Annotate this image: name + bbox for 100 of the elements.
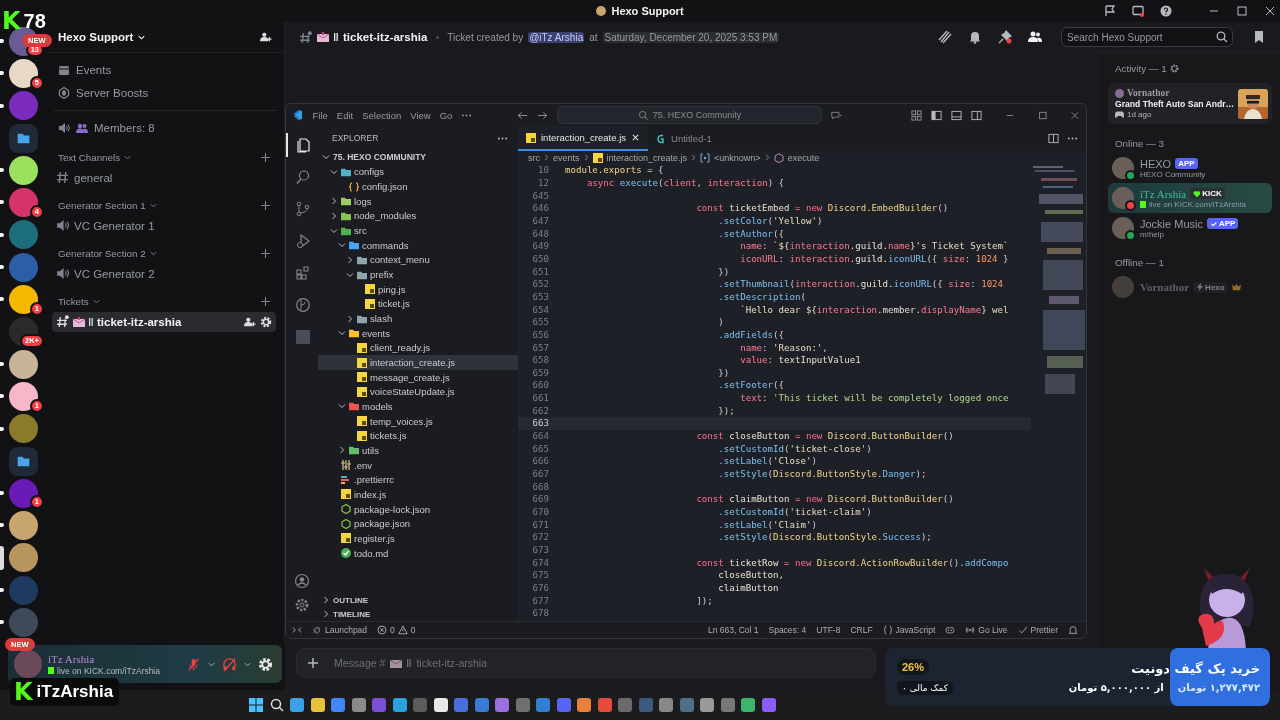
- channel-item[interactable]: VC Generator 1: [52, 215, 276, 236]
- tree-root[interactable]: 75. HEXO COMMUNITY: [318, 150, 518, 165]
- add-channel-icon[interactable]: [261, 201, 270, 210]
- tree-item[interactable]: utils: [318, 443, 518, 458]
- server-icon[interactable]: [8, 58, 38, 88]
- taskbar-app-icon[interactable]: [310, 698, 325, 712]
- category-header[interactable]: Generator Section 1: [58, 200, 146, 211]
- editor-tab[interactable]: interaction_create.js: [518, 126, 649, 151]
- folder-icon[interactable]: [8, 446, 38, 476]
- breadcrumb-item[interactable]: events: [553, 152, 580, 163]
- status-item[interactable]: UTF-8: [816, 625, 841, 635]
- member-item[interactable]: HEXO APP HEXO Community: [1108, 153, 1272, 183]
- tree-item[interactable]: config.json: [318, 179, 518, 194]
- tree-item[interactable]: register.js: [318, 531, 518, 546]
- command-center[interactable]: 75. HEXO Community: [556, 106, 823, 124]
- member-item[interactable]: iTz Arshia KICK live on KICK.com/iTzArshia: [1108, 183, 1272, 213]
- nav-item[interactable]: Server Boosts: [58, 81, 276, 104]
- breadcrumb-item[interactable]: src: [528, 152, 540, 163]
- add-member-icon[interactable]: [244, 315, 256, 328]
- status-item[interactable]: Ln 663, Col 1: [707, 625, 759, 635]
- status-item[interactable]: Launchpad: [312, 625, 368, 635]
- search-icon[interactable]: [269, 698, 284, 712]
- panel-toggle-icon[interactable]: [951, 109, 963, 121]
- server-icon[interactable]: [8, 285, 38, 314]
- settings-icon[interactable]: [294, 597, 310, 613]
- breadcrumb-item[interactable]: execute: [787, 152, 820, 163]
- maximize-icon[interactable]: [1037, 109, 1048, 121]
- menu-item[interactable]: Selection: [362, 109, 402, 121]
- channel-item[interactable]: VC Generator 2: [52, 263, 276, 284]
- tree-item[interactable]: commands: [318, 237, 518, 253]
- server-icon[interactable]: [8, 381, 38, 411]
- plus-icon[interactable]: [307, 657, 319, 669]
- menu-item[interactable]: File: [312, 109, 328, 121]
- pin-icon[interactable]: [998, 30, 1012, 44]
- menu-item[interactable]: View: [410, 109, 431, 121]
- server-icon[interactable]: [8, 543, 38, 573]
- status-item[interactable]: CRLF: [850, 625, 873, 635]
- channel-item[interactable]: ticket-itz-arshia: [52, 311, 276, 332]
- tree-item[interactable]: .prettierrc: [318, 472, 518, 488]
- tree-item[interactable]: message_create.js: [318, 369, 518, 385]
- status-item[interactable]: Prettier: [1017, 625, 1058, 635]
- tree-item[interactable]: index.js: [318, 487, 518, 502]
- voice-channel[interactable]: Members: 8: [58, 117, 276, 140]
- help-icon[interactable]: [1160, 5, 1172, 17]
- tree-item[interactable]: voiceStateUpdate.js: [318, 384, 518, 400]
- status-item[interactable]: Go Live: [965, 625, 1008, 635]
- status-item[interactable]: 0 0: [377, 625, 416, 635]
- status-item[interactable]: Spaces: 4: [768, 625, 807, 635]
- tree-item[interactable]: configs: [318, 164, 518, 180]
- add-channel-icon[interactable]: [261, 153, 270, 162]
- account-icon[interactable]: [294, 573, 310, 589]
- tree-item[interactable]: events: [318, 325, 518, 341]
- channel-item[interactable]: general: [52, 167, 276, 188]
- copilot-icon[interactable]: [945, 625, 956, 635]
- tree-item[interactable]: .env: [318, 457, 518, 473]
- member-item[interactable]: Jockie Music APP m!help: [1108, 213, 1272, 243]
- tree-item[interactable]: ticket.js: [318, 296, 518, 312]
- member-item[interactable]: Vornathor Hexo: [1108, 272, 1272, 302]
- tree-item[interactable]: client_ready.js: [318, 340, 518, 356]
- tree-item[interactable]: src: [318, 223, 518, 238]
- tree-item[interactable]: prefix: [318, 267, 518, 282]
- tree-item[interactable]: context_menu: [318, 252, 518, 268]
- taskbar-app-icon[interactable]: [392, 698, 407, 712]
- breadcrumb-item[interactable]: <unknown>: [714, 152, 761, 163]
- sidebar-toggle-icon[interactable]: [971, 109, 983, 121]
- bookmark-icon[interactable]: [1252, 30, 1266, 44]
- category-header[interactable]: Text Channels: [58, 152, 121, 163]
- tree-item[interactable]: node_modules: [318, 208, 518, 224]
- language-mode[interactable]: JavaScript: [882, 625, 936, 635]
- flag-icon[interactable]: [1104, 5, 1116, 17]
- server-icon[interactable]: [8, 155, 38, 185]
- bell-icon[interactable]: [1068, 625, 1078, 635]
- settings-icon[interactable]: [1169, 63, 1179, 73]
- tree-item[interactable]: package-lock.json: [318, 501, 518, 517]
- tree-item[interactable]: models: [318, 399, 518, 414]
- tree-item[interactable]: ping.js: [318, 281, 518, 297]
- category-header[interactable]: Tickets: [58, 296, 89, 307]
- activity-card[interactable]: Vornathor Grand Theft Auto San Andr… 1d ago: [1108, 83, 1272, 124]
- remote-icon[interactable]: [292, 625, 302, 635]
- editor-tab[interactable]: Untitled-1: [648, 126, 720, 151]
- user-mention[interactable]: @iTz Arshia: [528, 31, 585, 43]
- threads-icon[interactable]: [938, 30, 952, 44]
- search-field[interactable]: Search Hexo Support: [1061, 27, 1233, 47]
- bell-icon[interactable]: [968, 30, 982, 44]
- tree-item[interactable]: logs: [318, 193, 518, 209]
- chat-icon[interactable]: [831, 109, 843, 121]
- close-icon[interactable]: [1264, 5, 1276, 17]
- tree-item[interactable]: slash: [318, 311, 518, 326]
- nav-item[interactable]: Events: [58, 59, 276, 82]
- section-header[interactable]: TIMELINE: [318, 607, 518, 621]
- windows-icon[interactable]: [249, 698, 263, 712]
- tree-item[interactable]: temp_voices.js: [318, 413, 518, 429]
- add-channel-icon[interactable]: [261, 297, 270, 306]
- tree-item[interactable]: package.json: [318, 516, 518, 532]
- add-channel-icon[interactable]: [261, 249, 270, 258]
- close-icon[interactable]: [631, 133, 641, 142]
- tree-item[interactable]: todo.md: [318, 545, 518, 561]
- section-header[interactable]: OUTLINE: [318, 593, 518, 607]
- tree-item[interactable]: interaction_create.js: [318, 355, 518, 370]
- server-icon[interactable]: [8, 349, 38, 379]
